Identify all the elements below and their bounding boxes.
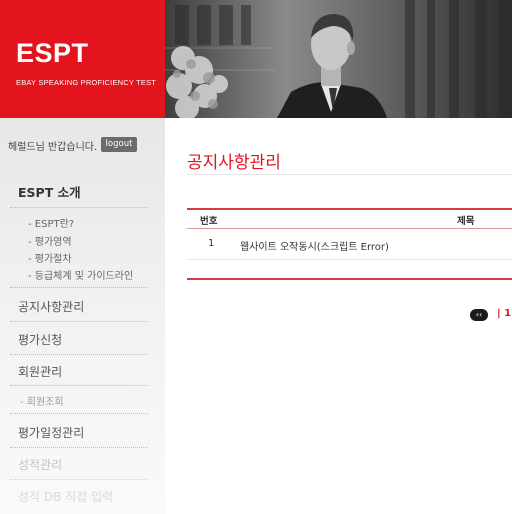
- row-title-link[interactable]: 웹사이트 오작동시(스크립트 Error): [240, 238, 389, 253]
- sidebar-divider: [10, 207, 148, 208]
- title-divider: [187, 174, 512, 175]
- table-top-border: [187, 208, 512, 210]
- brand-logo-panel: ESPT EBAY SPEAKING PROFICIENCY TEST: [0, 0, 165, 118]
- sidebar-item-apply[interactable]: 평가신청: [18, 331, 62, 348]
- sidebar-item-notice[interactable]: 공지사항관리: [18, 298, 84, 315]
- main-content: 공지사항관리 번호 제목 1 웹사이트 오작동시(스크립트 Error) ‹‹ …: [165, 118, 512, 514]
- table-row[interactable]: 1 웹사이트 오작동시(스크립트 Error): [187, 229, 512, 259]
- table-bottom-border: [187, 278, 512, 280]
- sidebar-subitem-about[interactable]: - ESPT란?: [28, 215, 74, 230]
- sidebar: 헤럴드님 반갑습니다. logout ESPT 소개 - ESPT란? - 평가…: [0, 118, 165, 514]
- sidebar-subitem-areas[interactable]: - 평가영역: [28, 233, 72, 248]
- sidebar-divider: [10, 447, 148, 448]
- sidebar-item-schedule[interactable]: 평가일정관리: [18, 424, 84, 441]
- sidebar-item-grade-entry[interactable]: 성적 DB 직접 입력: [18, 488, 113, 505]
- sidebar-item-grades[interactable]: 성적관리: [18, 456, 62, 473]
- pagination-current-page[interactable]: | 1: [497, 308, 511, 319]
- double-left-arrow-icon[interactable]: ‹‹: [470, 309, 488, 321]
- column-header-number: 번호: [200, 216, 218, 227]
- sidebar-subitem-member-search[interactable]: - 회원조회: [20, 393, 64, 408]
- sidebar-divider: [10, 385, 148, 386]
- welcome-message: 헤럴드님 반갑습니다.: [8, 142, 98, 153]
- page-title: 공지사항관리: [187, 153, 281, 173]
- sidebar-divider: [10, 321, 148, 322]
- logout-button[interactable]: logout: [101, 137, 137, 152]
- sidebar-item-members[interactable]: 회원관리: [18, 363, 62, 380]
- hero-photo: [165, 0, 512, 118]
- table-row-divider: [187, 259, 512, 260]
- brand-subtitle: EBAY SPEAKING PROFICIENCY TEST: [16, 78, 157, 87]
- sidebar-subitem-process[interactable]: - 평가절차: [28, 250, 72, 265]
- row-number: 1: [208, 238, 215, 249]
- brand-title: ESPT: [16, 38, 89, 68]
- sidebar-divider: [10, 479, 148, 480]
- column-header-title: 제목: [457, 216, 475, 227]
- sidebar-divider: [10, 354, 148, 355]
- sidebar-divider: [10, 287, 148, 288]
- sidebar-divider: [10, 413, 148, 414]
- sidebar-subitem-grades[interactable]: - 등급체계 및 가이드라인: [28, 267, 133, 282]
- sidebar-item-espt-intro[interactable]: ESPT 소개: [18, 182, 81, 201]
